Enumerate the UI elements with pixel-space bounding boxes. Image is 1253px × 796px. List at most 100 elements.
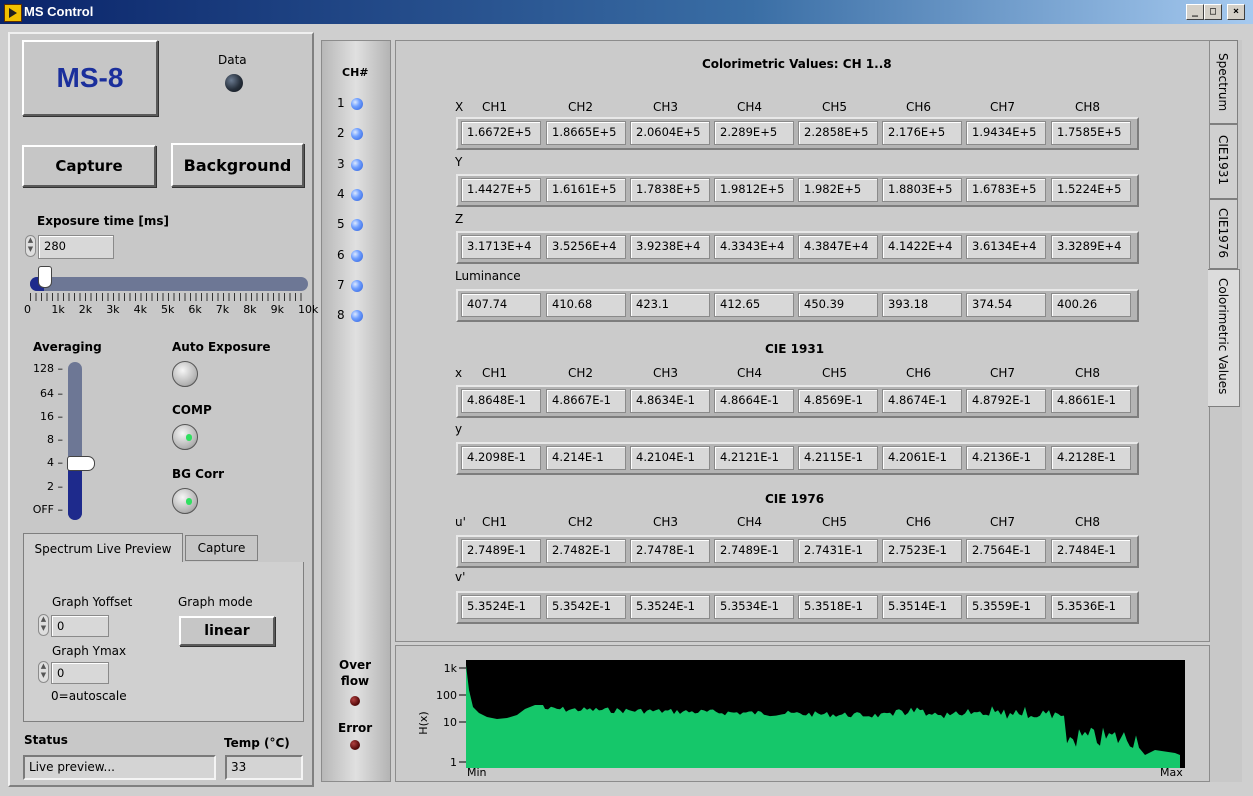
- colorimetric-header-ch5: CH5: [822, 100, 848, 114]
- tab-spectrum-live-preview[interactable]: Spectrum Live Preview: [23, 533, 183, 563]
- maximize-button[interactable]: □: [1204, 4, 1222, 20]
- cie1976-title: CIE 1976: [765, 492, 825, 506]
- temp-field: 33: [225, 755, 303, 780]
- z-tristimulus-row-label: Z: [455, 212, 464, 226]
- averaging-label: Averaging: [33, 340, 102, 354]
- minimize-button[interactable]: _: [1186, 4, 1204, 20]
- cie1976-v-value: 5.3559E-1: [966, 595, 1046, 619]
- cie1976-v-value: 5.3524E-1: [630, 595, 710, 619]
- averaging-tick-label: 4 –: [47, 456, 63, 469]
- cie1931-header-ch6: CH6: [906, 366, 932, 380]
- luminance-value: 400.26: [1051, 293, 1131, 317]
- tab-cie1931[interactable]: CIE1931: [1210, 124, 1238, 199]
- cie1976-u-value: 2.7478E-1: [630, 539, 710, 563]
- tab-cie1976[interactable]: CIE1976: [1210, 199, 1238, 269]
- cie1931-title: CIE 1931: [765, 342, 825, 356]
- channel-8-led: [351, 310, 363, 323]
- bg-corr-toggle[interactable]: [172, 488, 198, 514]
- cie1931-x-value: 4.8648E-1: [461, 389, 541, 413]
- x-tristimulus-value: 2.0604E+5: [630, 121, 710, 145]
- ymax-spinner[interactable]: ▲ ▼: [38, 661, 49, 683]
- exposure-spinner[interactable]: ▲ ▼: [25, 235, 36, 257]
- x-tristimulus-value: 1.6672E+5: [461, 121, 541, 145]
- averaging-slider-thumb[interactable]: [67, 456, 95, 471]
- status-label: Status: [24, 733, 68, 747]
- tab-label: Spectrum: [1216, 53, 1230, 112]
- cie1976-u-value: 2.7523E-1: [882, 539, 962, 563]
- graph-mode-button[interactable]: linear: [179, 616, 275, 646]
- cie1976-v-value: 5.3514E-1: [882, 595, 962, 619]
- graph-ymax-input[interactable]: 0: [51, 662, 109, 684]
- y-axis-label: H(x): [417, 711, 430, 734]
- yoffset-spinner[interactable]: ▲ ▼: [38, 614, 49, 636]
- cie1931-y-value: 4.2115E-1: [798, 446, 878, 470]
- x-min-label: Min: [467, 766, 487, 779]
- channel-1-led: [351, 98, 363, 110]
- y-tristimulus-value: 1.8803E+5: [882, 178, 962, 202]
- x-tristimulus-value: 2.289E+5: [714, 121, 794, 145]
- luminance-value: 407.74: [461, 293, 541, 317]
- averaging-tick-label: 16 –: [40, 410, 63, 423]
- exposure-tick-label: 6k: [188, 303, 202, 316]
- colorimetric-header-ch8: CH8: [1075, 100, 1101, 114]
- auto-exposure-toggle[interactable]: [172, 361, 198, 387]
- cie1976-header-ch7: CH7: [990, 515, 1016, 529]
- averaging-tick-text: 64: [40, 387, 54, 400]
- colorimetric-header-ch1: CH1: [482, 100, 508, 114]
- cie1931-header-ch7: CH7: [990, 366, 1016, 380]
- cie1931-y-value: 4.2136E-1: [966, 446, 1046, 470]
- y-tristimulus-value: 1.7838E+5: [630, 178, 710, 202]
- cie1976-header-ch5: CH5: [822, 515, 848, 529]
- averaging-tick-text: 2: [47, 480, 54, 493]
- comp-toggle[interactable]: [172, 424, 198, 450]
- exposure-slider-track[interactable]: [30, 277, 308, 291]
- tab-label: CIE1931: [1216, 135, 1230, 186]
- cie1931-y-value: 4.2121E-1: [714, 446, 794, 470]
- exposure-tick-label: 9k: [270, 303, 284, 316]
- exposure-tick-label: 0: [24, 303, 31, 316]
- tab-capture[interactable]: Capture: [185, 535, 258, 561]
- background-button[interactable]: Background: [171, 143, 304, 187]
- cie1976-header-ch2: CH2: [568, 515, 594, 529]
- tab-colorimetric-values[interactable]: Colorimetric Values: [1208, 269, 1240, 407]
- exposure-time-input[interactable]: 280: [38, 235, 114, 259]
- y-tristimulus-value: 1.9812E+5: [714, 178, 794, 202]
- cie1931-x-value: 4.8674E-1: [882, 389, 962, 413]
- cie1976-header-ch3: CH3: [653, 515, 679, 529]
- y-tick-labels: 1k 100 10 1: [436, 662, 458, 769]
- y-tick-marks: [459, 667, 466, 763]
- channel-number-label: 8: [337, 308, 345, 323]
- colorimetric-header-ch4: CH4: [737, 100, 763, 114]
- averaging-tick-label: 8 –: [47, 433, 63, 446]
- graph-yoffset-input[interactable]: 0: [51, 615, 109, 637]
- close-button[interactable]: ×: [1227, 4, 1245, 20]
- colorimetric-header-ch6: CH6: [906, 100, 932, 114]
- cie1931-y-value: 4.214E-1: [546, 446, 626, 470]
- temp-label: Temp (°C): [224, 736, 290, 750]
- luminance-value: 393.18: [882, 293, 962, 317]
- capture-button[interactable]: Capture: [22, 145, 156, 187]
- luminance-value: 423.1: [630, 293, 710, 317]
- luminance-value: 412.65: [714, 293, 794, 317]
- colorimetric-header-ch3: CH3: [653, 100, 679, 114]
- cie1931-header-ch2: CH2: [568, 366, 594, 380]
- cie1931-y-value: 4.2061E-1: [882, 446, 962, 470]
- channel-number-label: 5: [337, 217, 345, 232]
- cie1976-u-value: 2.7489E-1: [714, 539, 794, 563]
- y-tristimulus-value: 1.6783E+5: [966, 178, 1046, 202]
- cie1976-v-value: 5.3524E-1: [461, 595, 541, 619]
- exposure-slider-ticks: [30, 293, 306, 301]
- x-tristimulus-value: 2.2858E+5: [798, 121, 878, 145]
- exposure-slider-thumb[interactable]: [37, 266, 52, 288]
- cie1931-header-ch4: CH4: [737, 366, 763, 380]
- channel-number-label: 6: [337, 247, 345, 262]
- channel-number-label: 7: [337, 277, 345, 292]
- cie1976-v-value: 5.3518E-1: [798, 595, 878, 619]
- x-tristimulus-row-label: X: [455, 100, 464, 114]
- colorimetric-title: Colorimetric Values: CH 1..8: [702, 57, 892, 71]
- cie1976-header-ch8: CH8: [1075, 515, 1101, 529]
- cie1976-u-value: 2.7482E-1: [546, 539, 626, 563]
- tab-spectrum[interactable]: Spectrum: [1210, 40, 1238, 124]
- averaging-tick-label: OFF –: [32, 503, 63, 516]
- z-tristimulus-value: 4.3343E+4: [714, 235, 794, 259]
